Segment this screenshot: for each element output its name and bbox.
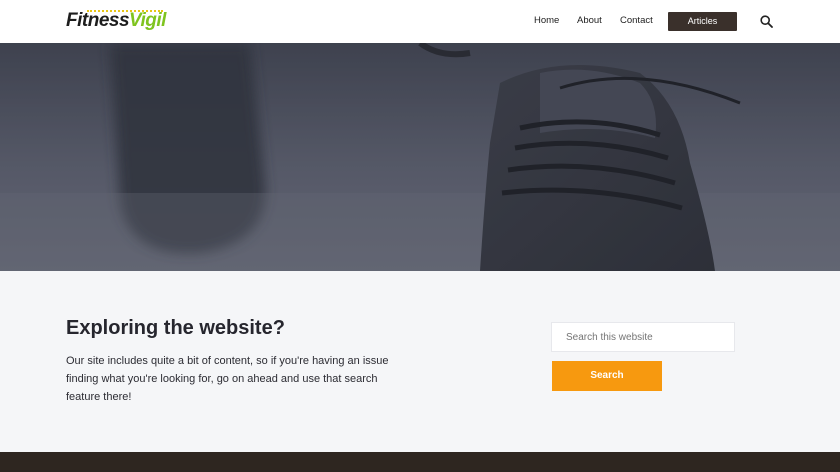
nav-home[interactable]: Home [534, 15, 559, 26]
logo-text-vigil: Vigil [129, 10, 166, 31]
search-input[interactable] [551, 322, 735, 352]
search-button[interactable]: Search [552, 361, 662, 391]
site-logo[interactable]: FitnessVigil [66, 10, 166, 32]
search-section: Exploring the website? Our site includes… [0, 271, 840, 452]
nav-contact[interactable]: Contact [620, 15, 653, 26]
site-footer [0, 452, 840, 472]
sneaker-illustration [0, 43, 840, 271]
nav-articles-button[interactable]: Articles [668, 12, 737, 31]
logo-dots [87, 10, 163, 13]
hero-image [0, 43, 840, 271]
section-description: Our site includes quite a bit of content… [66, 355, 389, 403]
section-heading: Exploring the website? [66, 317, 285, 339]
logo-text-fitness: Fitness [66, 10, 130, 31]
nav-about[interactable]: About [577, 15, 602, 26]
search-icon[interactable] [760, 15, 773, 28]
site-header: FitnessVigil Home About Contact Articles [0, 0, 840, 43]
